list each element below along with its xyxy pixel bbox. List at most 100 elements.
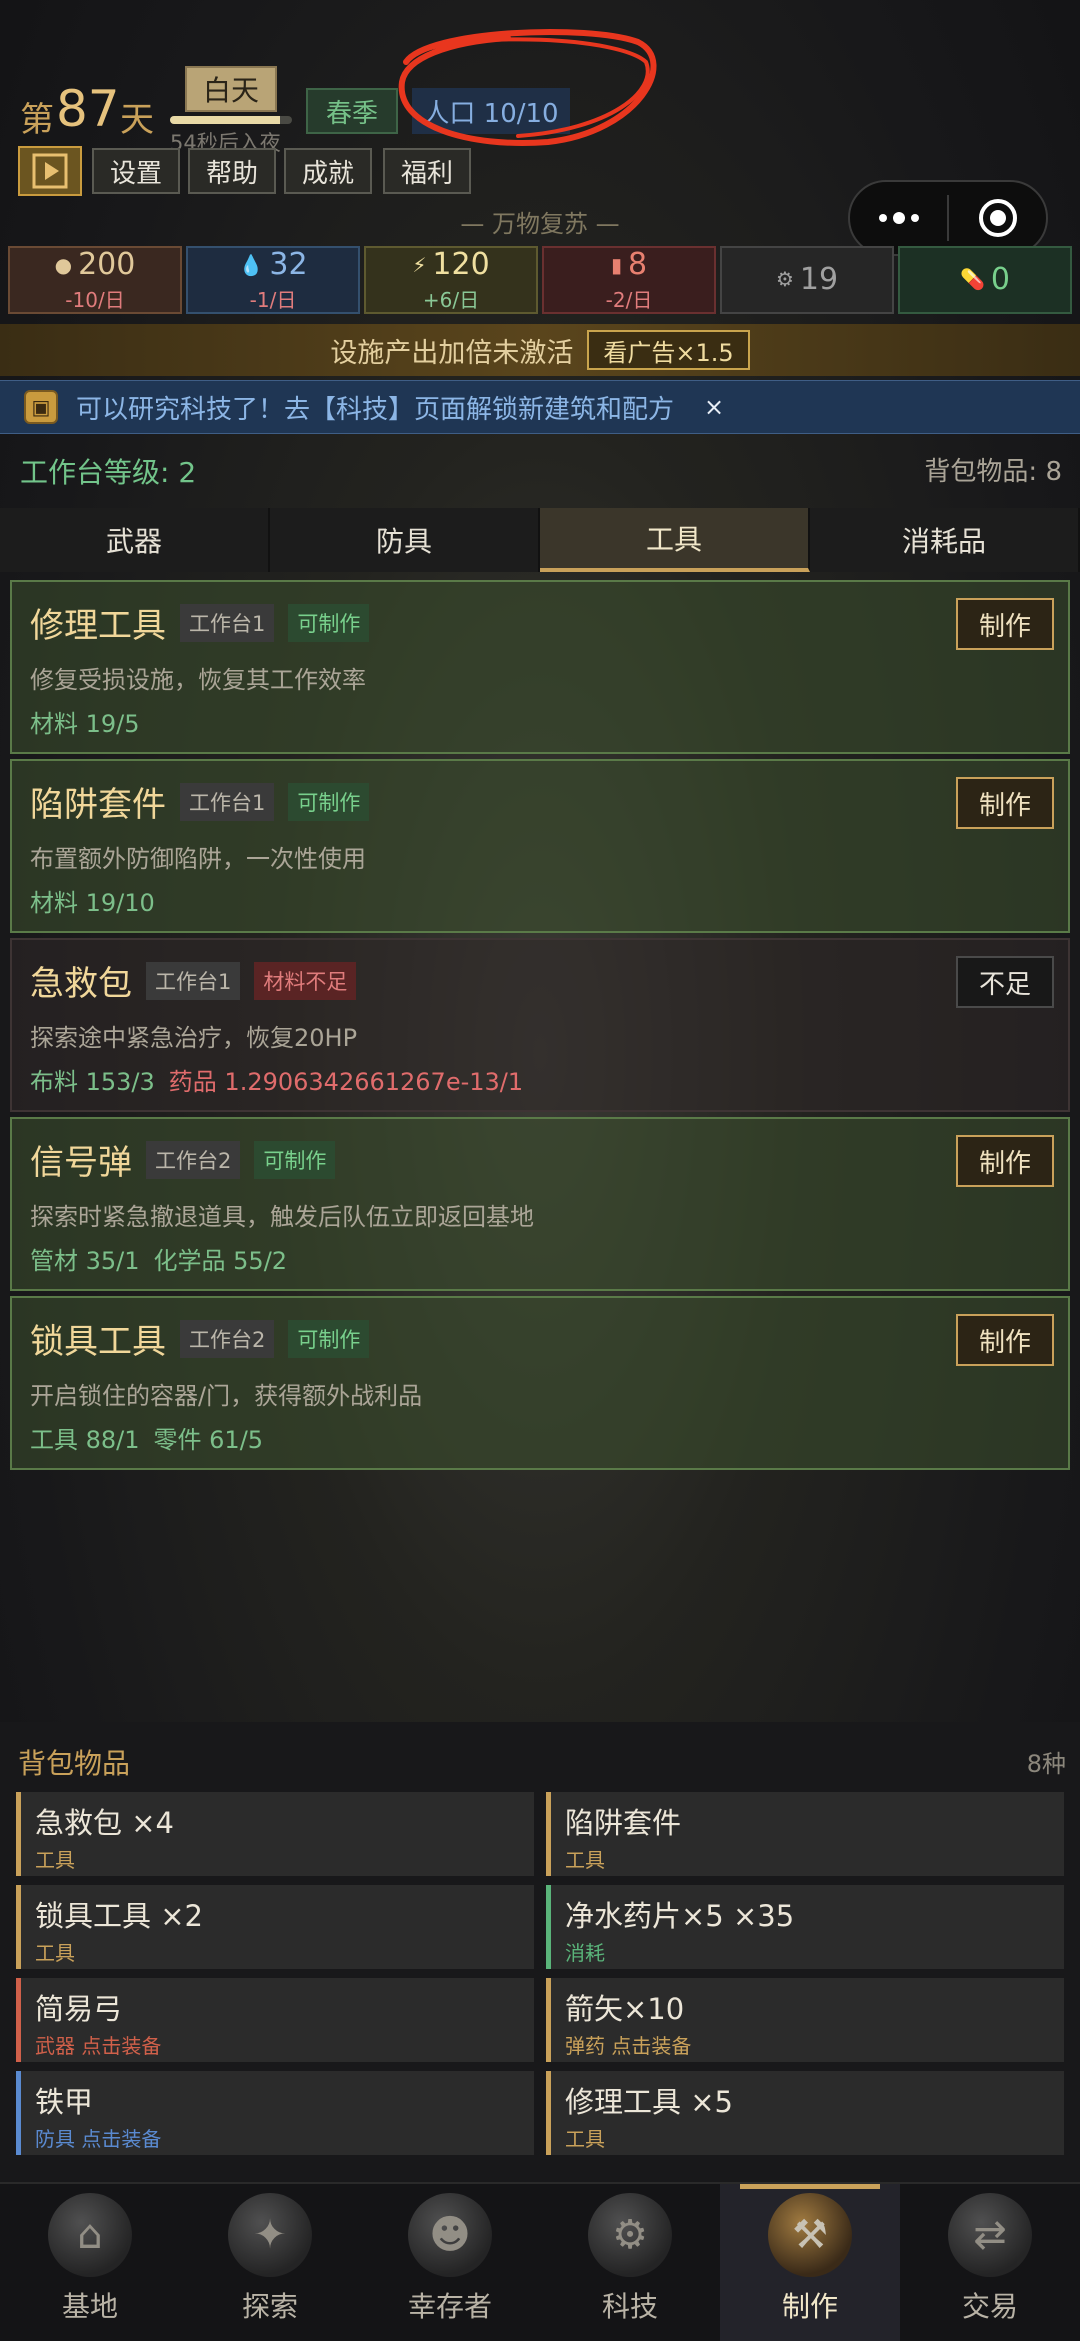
inventory-item[interactable]: 简易弓 武器 点击装备: [16, 1978, 534, 2062]
inventory-item-name: 陷阱套件: [565, 1806, 682, 1840]
help-button[interactable]: 帮助: [188, 148, 276, 194]
craft-button[interactable]: 不足: [956, 956, 1054, 1008]
status-badge: 可制作: [288, 782, 370, 821]
workbench-tag: 工作台2: [146, 1140, 241, 1179]
workbench-tag: 工作台1: [146, 961, 241, 1000]
recipe-materials: 管材 35/1 化学品 55/2: [30, 1241, 287, 1276]
recipe-materials: 材料 19/5: [30, 704, 140, 739]
nav-item-tech-gear[interactable]: ⚙ 科技: [540, 2184, 720, 2341]
resource-value: 120: [432, 247, 490, 282]
settings-button[interactable]: 设置: [92, 148, 180, 194]
workbench-tag: 工作台1: [180, 603, 275, 642]
play-icon: [32, 153, 68, 189]
tech-notice-banner[interactable]: ▣ 可以研究科技了！去【科技】页面解锁新建筑和配方 ×: [0, 380, 1080, 434]
material-requirement: 材料 19/5: [30, 710, 140, 738]
nav-label: 基地: [61, 2290, 118, 2323]
nav-item-crafting[interactable]: ⚒ 制作: [720, 2184, 900, 2341]
nav-item-trade[interactable]: ⇄ 交易: [900, 2184, 1080, 2341]
resource-value: 200: [78, 247, 136, 282]
recipe-materials: 布料 153/3 药品 1.2906342661267e-13/1: [30, 1062, 523, 1097]
resource-rate: -2/日: [605, 288, 653, 312]
resource-bar: ● 200 -10/日 💧 32 -1/日 ⚡ 120 +6/日 ▮ 8 -2/…: [8, 246, 1072, 314]
recipe-name: 信号弹: [30, 1143, 132, 1183]
nav-label: 幸存者: [407, 2290, 492, 2323]
watch-ad-button[interactable]: 看广告×1.5: [587, 330, 750, 370]
tab-1[interactable]: 防具: [270, 508, 540, 572]
phase-badge: 白天: [185, 66, 277, 112]
tab-2[interactable]: 工具: [540, 508, 810, 572]
craft-button[interactable]: 制作: [956, 1314, 1054, 1366]
compass-icon: ✦: [228, 2193, 312, 2277]
nav-item-survivors[interactable]: ☻ 幸存者: [360, 2184, 540, 2341]
play-button[interactable]: [18, 146, 82, 196]
resource-lightning: ⚡ 120 +6/日: [364, 246, 538, 314]
tab-0[interactable]: 武器: [0, 508, 270, 572]
crafting-icon: ⚒: [768, 2193, 852, 2277]
boost-status-text: 设施产出加倍未激活: [330, 337, 574, 369]
close-icon[interactable]: ×: [704, 393, 724, 421]
inventory-title: 背包物品: [18, 1747, 131, 1780]
fuel-can-icon: ▮: [610, 252, 622, 277]
resource-pill: 💊 0: [898, 246, 1072, 314]
recipe-materials: 材料 19/10: [30, 883, 155, 918]
bread-icon: ●: [54, 252, 73, 277]
nav-label: 科技: [601, 2290, 658, 2323]
inventory-item-category: 消耗: [565, 1941, 605, 1965]
recipe-card: 陷阱套件 工作台1 可制作 布置额外防御陷阱，一次性使用 材料 19/10 制作: [10, 759, 1070, 933]
gear-icon: ⚙: [775, 267, 794, 291]
inventory-item[interactable]: 净水药片×5 ×35 消耗: [546, 1885, 1064, 1969]
population-badge: 人口 10/10: [412, 88, 570, 134]
inventory-item-name: 铁甲: [35, 2085, 94, 2119]
inventory-item[interactable]: 箭矢×10 弹药 点击装备: [546, 1978, 1064, 2062]
recipe-materials: 工具 88/1 零件 61/5: [30, 1420, 263, 1455]
resource-value: 0: [990, 261, 1010, 297]
recipe-card: 锁具工具 工作台2 可制作 开启锁住的容器/门，获得额外战利品 工具 88/1 零…: [10, 1296, 1070, 1470]
craft-button[interactable]: 制作: [956, 598, 1054, 650]
resource-rate: +6/日: [422, 288, 480, 312]
welfare-button[interactable]: 福利: [383, 148, 471, 194]
material-requirement: 化学品 55/2: [153, 1247, 288, 1275]
resource-gear: ⚙ 19: [720, 246, 894, 314]
tab-3[interactable]: 消耗品: [810, 508, 1080, 572]
craft-button[interactable]: 制作: [956, 777, 1054, 829]
inventory-item[interactable]: 陷阱套件 工具: [546, 1792, 1064, 1876]
craft-button[interactable]: 制作: [956, 1135, 1054, 1187]
lightning-icon: ⚡: [412, 252, 427, 277]
recipe-card: 信号弹 工作台2 可制作 探索时紧急撤退道具，触发后队伍立即返回基地 管材 35…: [10, 1117, 1070, 1291]
inventory-item-name: 箭矢×10: [565, 1992, 685, 2026]
bottom-nav: ⌂ 基地 ✦ 探索 ☻ 幸存者 ⚙ 科技 ⚒ 制作 ⇄ 交易: [0, 2182, 1080, 2341]
inventory-item[interactable]: 锁具工具 ×2 工具: [16, 1885, 534, 1969]
tech-chip-icon: ▣: [24, 390, 58, 424]
base-icon: ⌂: [48, 2193, 132, 2277]
resource-rate: -10/日: [65, 288, 125, 312]
recipe-description: 修复受损设施，恢复其工作效率: [30, 666, 366, 694]
inventory-item[interactable]: 铁甲 防具 点击装备: [16, 2071, 534, 2155]
recipe-name: 急救包: [30, 964, 132, 1004]
nav-item-compass[interactable]: ✦ 探索: [180, 2184, 360, 2341]
season-motto: — 万物复苏 —: [460, 210, 620, 238]
nav-label: 交易: [961, 2290, 1018, 2323]
inventory-item[interactable]: 急救包 ×4 工具: [16, 1792, 534, 1876]
water-drop-icon: 💧: [238, 252, 264, 277]
survivors-icon: ☻: [408, 2193, 492, 2277]
material-requirement: 零件 61/5: [153, 1426, 264, 1454]
resource-fuel-can: ▮ 8 -2/日: [542, 246, 716, 314]
status-badge: 材料不足: [254, 961, 357, 1000]
inventory-item-category: 武器 点击装备: [35, 2034, 162, 2058]
category-tabs: 武器 防具 工具 消耗品: [0, 508, 1080, 572]
material-requirement: 布料 153/3: [30, 1068, 155, 1096]
inventory-item-category: 工具: [565, 1848, 605, 1872]
material-requirement: 材料 19/10: [30, 889, 155, 917]
boost-banner: 设施产出加倍未激活 看广告×1.5: [0, 324, 1080, 376]
material-requirement: 工具 88/1: [30, 1426, 140, 1454]
recipe-description: 开启锁住的容器/门，获得额外战利品: [30, 1382, 423, 1410]
achievements-button[interactable]: 成就: [284, 148, 372, 194]
nav-item-base[interactable]: ⌂ 基地: [0, 2184, 180, 2341]
pill-icon: 💊: [960, 267, 985, 291]
inventory-item[interactable]: 修理工具 ×5 工具: [546, 2071, 1064, 2155]
day-number: 87: [56, 80, 120, 138]
inventory-item-name: 简易弓: [35, 1992, 123, 2026]
nav-label: 制作: [781, 2290, 838, 2323]
recipe-name: 修理工具: [30, 606, 166, 646]
recipe-name: 陷阱套件: [30, 785, 166, 825]
